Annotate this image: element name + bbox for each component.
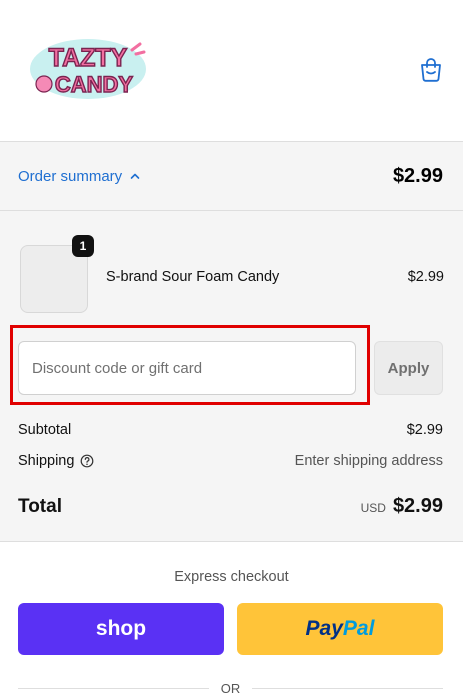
paypal-label-pay: Pay bbox=[305, 617, 343, 640]
total-label: Total bbox=[18, 495, 62, 517]
logo-text-bottom: CANDY bbox=[55, 72, 134, 97]
or-divider: OR bbox=[18, 678, 443, 698]
candy-icon bbox=[35, 75, 53, 93]
subtotal-row: Subtotal $2.99 bbox=[18, 422, 443, 438]
subtotal-label: Subtotal bbox=[18, 422, 72, 438]
paypal-label-pal: Pal bbox=[342, 617, 375, 640]
subtotal-value: $2.99 bbox=[406, 422, 443, 438]
total-row: Total USD $2.99 bbox=[18, 495, 443, 518]
apply-discount-button[interactable]: Apply bbox=[374, 341, 443, 395]
express-checkout-title: Express checkout bbox=[174, 569, 289, 585]
line-item: 1 S-brand Sour Foam Candy $2.99 bbox=[18, 235, 444, 315]
shopping-bag-icon[interactable] bbox=[419, 56, 443, 82]
order-summary-panel: 1 S-brand Sour Foam Candy $2.99 Apply Su… bbox=[0, 211, 463, 542]
discount-code-input[interactable] bbox=[18, 341, 356, 395]
shop-pay-button[interactable]: shop bbox=[18, 603, 224, 655]
divider-line-right bbox=[252, 687, 443, 689]
order-summary-label: Order summary bbox=[18, 167, 123, 185]
currency-code: USD bbox=[360, 501, 386, 515]
paypal-button[interactable]: PayPal bbox=[237, 603, 443, 655]
store-logo[interactable]: TAZTY CANDY bbox=[28, 36, 148, 106]
or-label: OR bbox=[220, 680, 241, 696]
order-summary-link[interactable]: Order summary bbox=[18, 168, 140, 185]
product-price: $2.99 bbox=[407, 269, 444, 285]
quantity-badge: 1 bbox=[72, 235, 94, 257]
total-amount: $2.99 bbox=[392, 495, 443, 517]
shipping-label: Shipping bbox=[18, 453, 75, 469]
order-summary-total: $2.99 bbox=[392, 164, 443, 187]
divider-line-left bbox=[18, 687, 209, 689]
shipping-value: Enter shipping address bbox=[294, 453, 443, 469]
chevron-up-icon bbox=[130, 173, 140, 179]
logo-text-top: TAZTY bbox=[49, 44, 128, 72]
product-name: S-brand Sour Foam Candy bbox=[106, 269, 280, 285]
header: TAZTY CANDY bbox=[0, 0, 463, 141]
shipping-row: Shipping Enter shipping address bbox=[18, 453, 443, 469]
order-summary-toggle[interactable]: Order summary $2.99 bbox=[0, 141, 463, 211]
help-circle-icon[interactable] bbox=[80, 454, 94, 468]
